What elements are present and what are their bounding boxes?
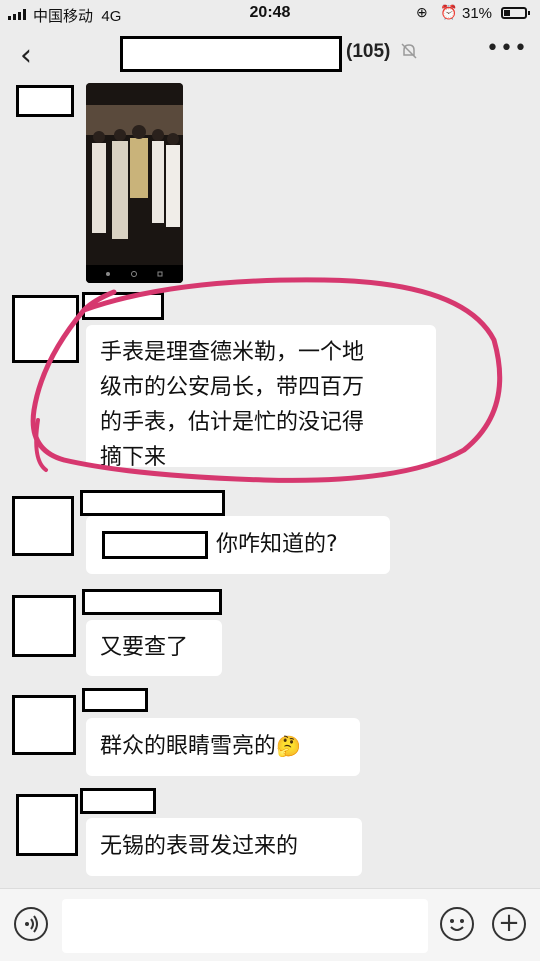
chevron-left-icon[interactable]: ‹	[20, 38, 32, 73]
redacted-sender-name	[80, 490, 225, 516]
redacted-sender-name	[80, 788, 156, 814]
plus-icon[interactable]: +	[492, 907, 526, 941]
redacted-mention	[102, 531, 208, 559]
shared-photo[interactable]	[86, 83, 183, 283]
avatar[interactable]	[16, 794, 78, 856]
message-line: 的手表，估计是忙的没记得	[100, 410, 365, 435]
avatar[interactable]	[12, 496, 74, 556]
message-bubble[interactable]: 又要查了	[86, 620, 222, 676]
message-line: 手表是理查德米勒，一个地	[100, 340, 365, 365]
redacted-sender-name	[82, 589, 222, 615]
avatar[interactable]	[12, 695, 76, 755]
input-bar: +	[0, 888, 540, 961]
redacted-sender-name	[82, 688, 148, 712]
message-list: 手表是理查德米勒，一个地 级市的公安局长，带四百万 的手表，估计是忙的没记得 摘…	[0, 80, 540, 888]
more-dots-icon[interactable]: •••	[486, 36, 528, 61]
smile-icon[interactable]	[440, 907, 474, 941]
message-line: 摘下来	[100, 445, 167, 470]
bell-off-icon	[400, 42, 418, 64]
battery-icon	[501, 7, 530, 19]
clock: 20:48	[249, 4, 291, 21]
thinking-emoji: 🤔	[276, 734, 301, 758]
alarm-icon: ⏰	[440, 4, 458, 20]
redacted-sender-name	[82, 292, 164, 320]
message-bubble[interactable]: 群众的眼睛雪亮的🤔	[86, 718, 360, 776]
message-bubble[interactable]: 手表是理查德米勒，一个地 级市的公安局长，带四百万 的手表，估计是忙的没记得 摘…	[86, 325, 436, 470]
message-text: 无锡的表哥发过来的	[100, 834, 299, 859]
message-text: 群众的眼睛雪亮的	[100, 734, 277, 759]
redacted-group-name	[120, 36, 342, 72]
voice-icon[interactable]	[14, 907, 48, 941]
chat-header: ‹ (105) •••	[0, 28, 540, 80]
message-bubble[interactable]: 你咋知道的?	[86, 516, 390, 574]
status-bar: 中国移动 4G 20:48 ⊕ ⏰ 31%	[0, 0, 540, 28]
avatar[interactable]	[12, 595, 76, 657]
message-line: 级市的公安局长，带四百万	[100, 375, 365, 400]
avatar[interactable]	[16, 85, 74, 117]
message-text: 又要查了	[100, 635, 189, 660]
avatar[interactable]	[12, 295, 79, 363]
battery-percent: 31%	[462, 5, 493, 22]
message-bubble[interactable]: 无锡的表哥发过来的	[86, 818, 362, 876]
rotation-lock-icon: ⊕	[416, 4, 428, 20]
message-input[interactable]	[62, 899, 428, 953]
group-member-count: (105)	[346, 41, 391, 62]
message-text: 你咋知道的?	[216, 532, 338, 557]
